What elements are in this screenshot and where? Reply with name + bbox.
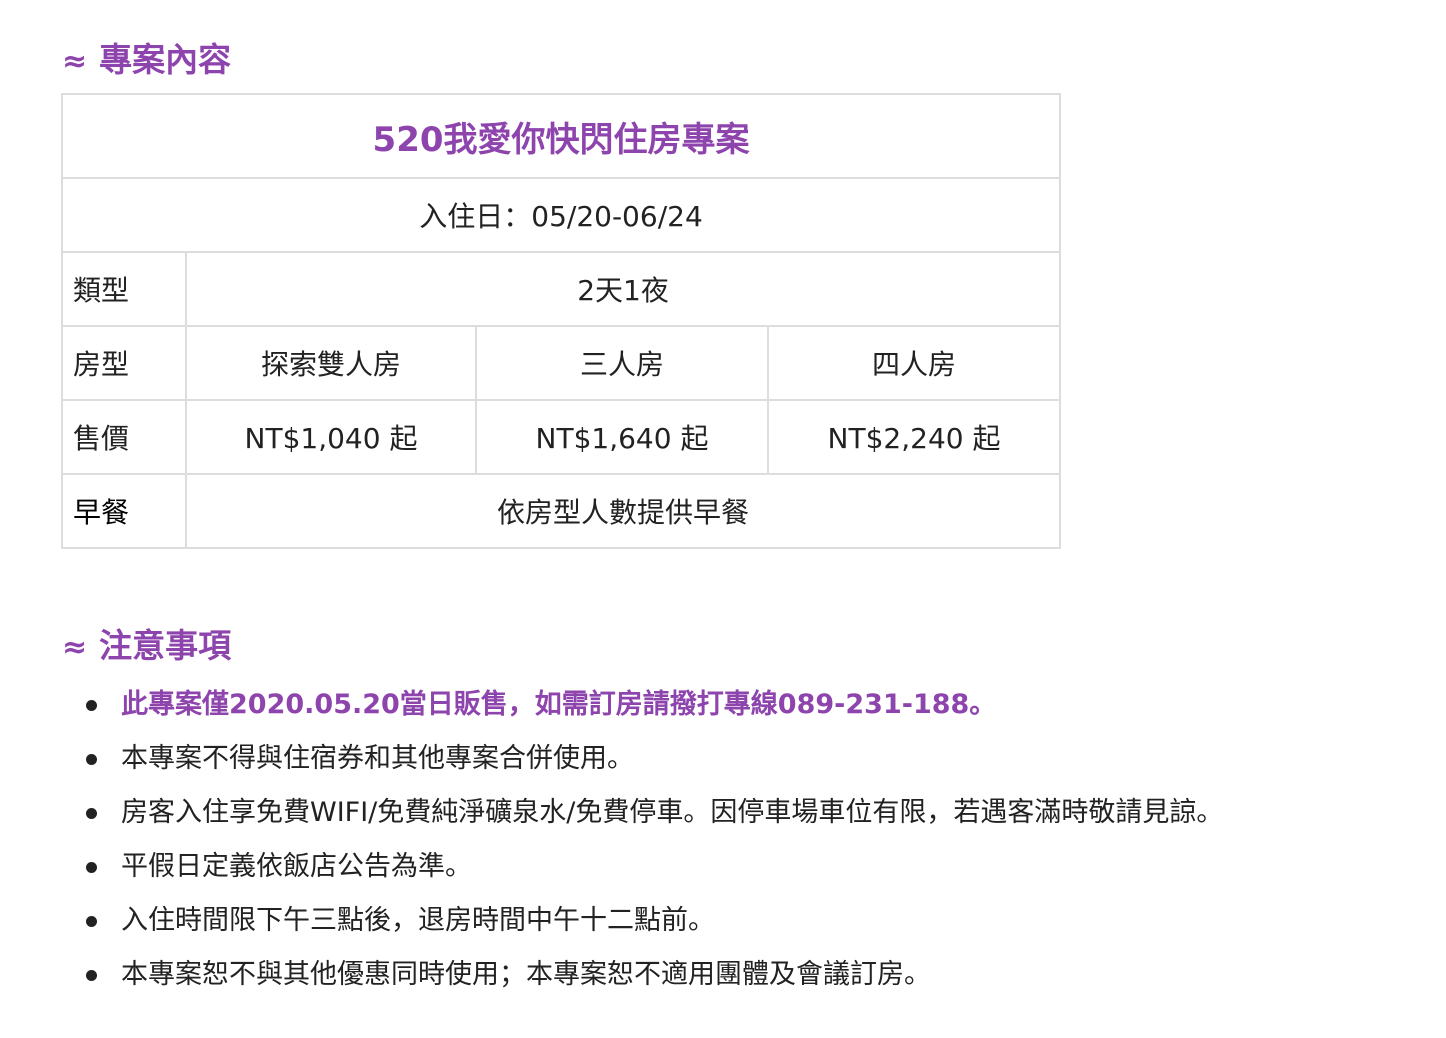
type-row: 類型 2天1夜: [61, 251, 1062, 327]
room-type-double: 探索雙人房: [185, 325, 477, 401]
price-quad: NT$2,240 起: [766, 399, 1062, 475]
note-text: 房客入住享免費WIFI/免費純淨礦泉水/免費停車。因停車場車位有限，若遇客滿時敬…: [121, 797, 1224, 828]
list-item: 平假日定義依飯店公告為準。: [84, 840, 1424, 894]
note-text: 此專案僅2020.05.20當日販售，如需訂房請撥打專線089-231-188。: [121, 689, 997, 720]
bullet-icon: [86, 862, 97, 873]
bullet-icon: [86, 970, 97, 981]
checkin-row: 入住日：05/20-06/24: [60, 177, 1062, 253]
breakfast-label: 早餐: [61, 473, 187, 549]
bullet-icon: [86, 916, 97, 927]
plan-table: 520我愛你快閃住房專案 入住日：05/20-06/24 類型 2天1夜 房型 …: [60, 93, 1062, 549]
section-heading-text: 注意事項: [99, 626, 232, 665]
type-label: 類型: [61, 251, 187, 327]
notes-list: 此專案僅2020.05.20當日販售，如需訂房請撥打專線089-231-188。…: [84, 678, 1424, 1002]
room-type-triple: 三人房: [475, 325, 769, 401]
plan-title-row: 520我愛你快閃住房專案: [60, 93, 1062, 179]
list-item: 本專案不得與住宿券和其他專案合併使用。: [84, 732, 1424, 786]
note-text: 本專案恕不與其他優惠同時使用；本專案恕不適用團體及會議訂房。: [121, 959, 931, 990]
approx-symbol-icon: ≈: [62, 44, 88, 79]
room-type-label: 房型: [61, 325, 187, 401]
note-text: 平假日定義依飯店公告為準。: [121, 851, 472, 882]
bullet-icon: [86, 700, 97, 711]
plan-title: 520我愛你快閃住房專案: [60, 93, 1062, 179]
price-row: 售價 NT$1,040 起 NT$1,640 起 NT$2,240 起: [61, 399, 1062, 475]
section-heading-text: 專案內容: [99, 40, 232, 79]
list-item: 房客入住享免費WIFI/免費純淨礦泉水/免費停車。因停車場車位有限，若遇客滿時敬…: [84, 786, 1424, 840]
list-item: 本專案恕不與其他優惠同時使用；本專案恕不適用團體及會議訂房。: [84, 948, 1424, 1002]
breakfast-value: 依房型人數提供早餐: [184, 473, 1062, 549]
section-heading-plan-content: ≈ 專案內容: [62, 38, 231, 84]
room-type-row: 房型 探索雙人房 三人房 四人房: [61, 325, 1062, 401]
note-text: 入住時間限下午三點後，退房時間中午十二點前。: [121, 905, 715, 936]
breakfast-row: 早餐 依房型人數提供早餐: [61, 473, 1062, 549]
type-value: 2天1夜: [184, 251, 1062, 327]
price-triple: NT$1,640 起: [475, 399, 769, 475]
section-heading-notes: ≈ 注意事項: [62, 624, 231, 670]
note-text: 本專案不得與住宿券和其他專案合併使用。: [121, 743, 634, 774]
price-double: NT$1,040 起: [185, 399, 477, 475]
checkin-dates: 入住日：05/20-06/24: [60, 177, 1062, 253]
room-type-quad: 四人房: [766, 325, 1062, 401]
bullet-icon: [86, 754, 97, 765]
price-label: 售價: [61, 399, 187, 475]
approx-symbol-icon: ≈: [62, 630, 88, 665]
bullet-icon: [86, 808, 97, 819]
list-item: 入住時間限下午三點後，退房時間中午十二點前。: [84, 894, 1424, 948]
list-item-booking-note: 此專案僅2020.05.20當日販售，如需訂房請撥打專線089-231-188。: [84, 678, 1424, 732]
